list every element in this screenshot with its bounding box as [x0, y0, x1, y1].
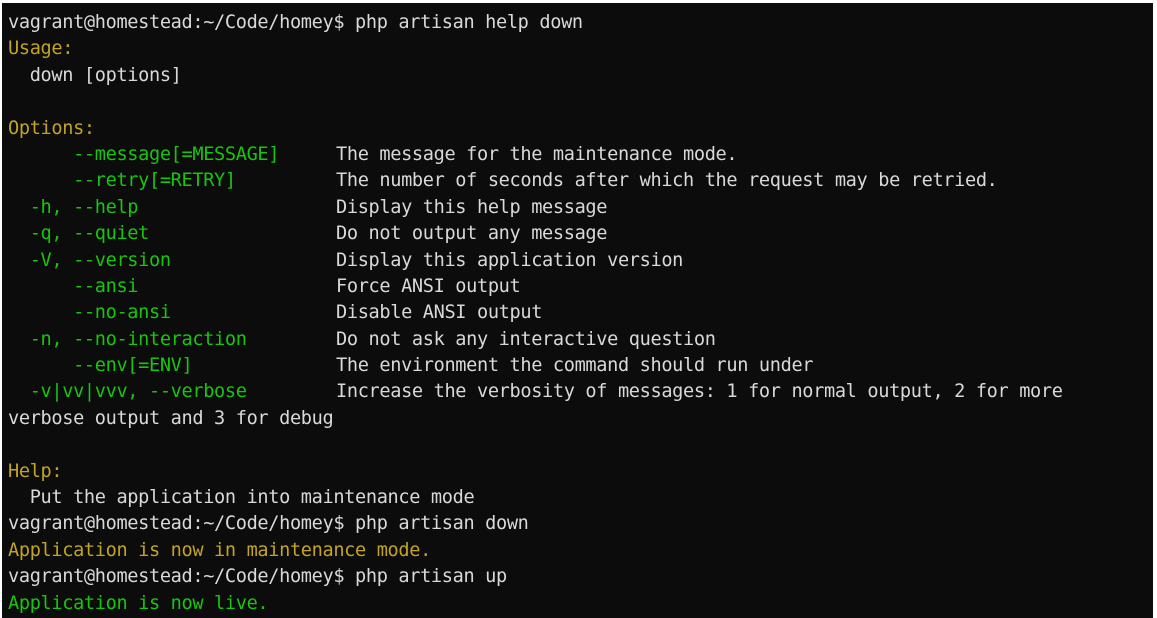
terminal-window[interactable]: vagrant@homestead:~/Code/homey$ php arti… — [2, 3, 1153, 618]
option-flag: -n, --no-interaction — [8, 328, 247, 350]
help-heading: Help: — [8, 460, 63, 482]
option-description: Force ANSI output — [336, 275, 521, 297]
option-row-env: --env[=ENV] The environment the command s… — [8, 353, 1153, 379]
option-flag: --no-ansi — [8, 302, 171, 324]
option-flag: --env[=ENV] — [8, 355, 193, 377]
option-row-help: -h, --help Display this help message — [8, 195, 1153, 221]
option-description: Do not ask any interactive question — [336, 328, 716, 350]
usage-heading: Usage: — [8, 38, 74, 60]
option-row-ansi: --ansi Force ANSI output — [8, 274, 1153, 300]
option-description: Increase the verbosity of messages: 1 fo… — [336, 381, 1063, 403]
down-result-message: Application is now in maintenance mode. — [8, 539, 431, 561]
option-flag: --ansi — [8, 275, 139, 297]
option-flag: --message[=MESSAGE] — [8, 143, 280, 165]
options-heading: Options: — [8, 117, 95, 139]
option-description: Display this application version — [336, 249, 684, 271]
option-row-version: -V, --version Display this application ve… — [8, 248, 1153, 274]
option-description: Display this help message — [336, 196, 608, 218]
option-description: Disable ANSI output — [336, 302, 543, 324]
command-line-up: vagrant@homestead:~/Code/homey$ php arti… — [8, 566, 507, 588]
verbose-wrap-line: verbose output and 3 for debug — [8, 407, 334, 429]
option-flag: -V, --version — [8, 249, 171, 271]
up-result-message: Application is now live. — [8, 592, 269, 614]
option-description: The environment the command should run u… — [336, 355, 814, 377]
option-description: The number of seconds after which the re… — [336, 170, 998, 192]
option-flag: -v|vv|vvv, --verbose — [8, 381, 247, 403]
option-row-message: --message[=MESSAGE] The message for the m… — [8, 142, 1153, 168]
option-description: Do not output any message — [336, 223, 608, 245]
option-row-no-ansi: --no-ansi Disable ANSI output — [8, 300, 1153, 326]
help-text: Put the application into maintenance mod… — [8, 487, 475, 509]
option-row-retry: --retry[=RETRY] The number of seconds aft… — [8, 168, 1153, 194]
option-flag: -h, --help — [8, 196, 139, 218]
option-description: The message for the maintenance mode. — [336, 143, 738, 165]
option-row-verbose: -v|vv|vvv, --verbose Increase the verbosi… — [8, 379, 1153, 405]
command-line-help-down: vagrant@homestead:~/Code/homey$ php arti… — [8, 12, 583, 33]
usage-text: down [options] — [8, 64, 182, 86]
option-row-quiet: -q, --quiet Do not output any message — [8, 221, 1153, 247]
option-flag: --retry[=RETRY] — [8, 170, 236, 192]
command-line-down: vagrant@homestead:~/Code/homey$ php arti… — [8, 513, 529, 535]
option-row-no-interaction: -n, --no-interaction Do not ask any inter… — [8, 327, 1153, 353]
option-flag: -q, --quiet — [8, 223, 150, 245]
